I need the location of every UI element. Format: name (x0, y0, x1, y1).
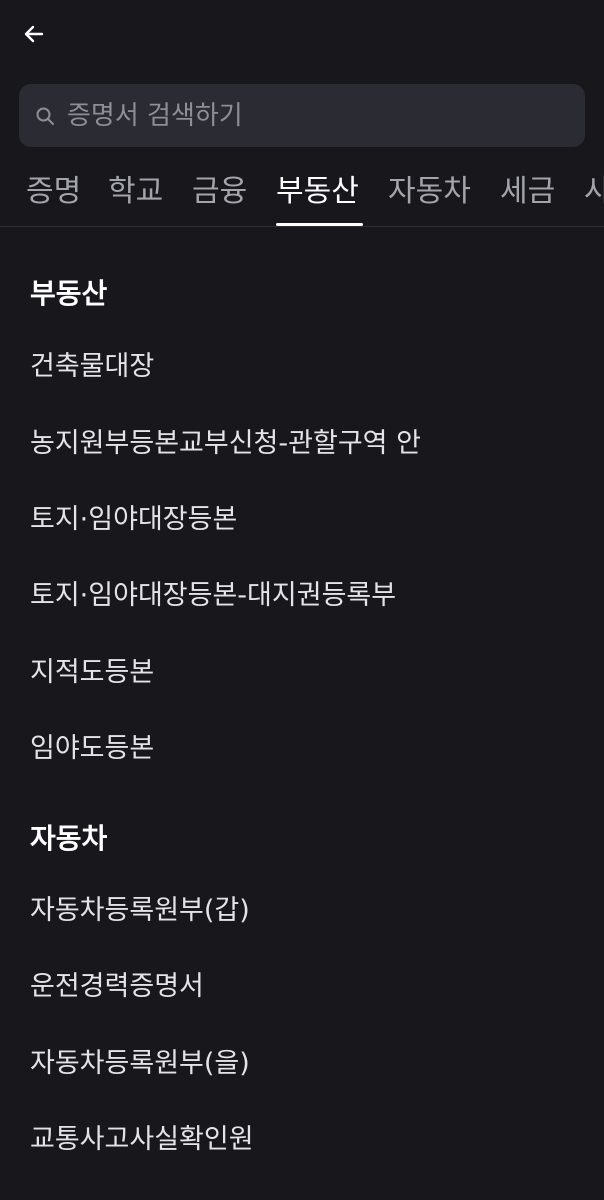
list-item[interactable]: 지적도등본 (30, 650, 590, 689)
section-title-real-estate: 부동산 (30, 277, 108, 310)
section-title-vehicle: 자동차 (30, 822, 108, 855)
tab-more[interactable]: 사 (584, 172, 604, 226)
list-item[interactable]: 자동차등록원부(갑) (30, 888, 590, 927)
tab-tax[interactable]: 세금 (500, 172, 555, 226)
category-tabs: 증명 학교 금융 부동산 자동차 세금 사 (0, 160, 604, 227)
search-bar[interactable] (19, 84, 585, 147)
list-item[interactable]: 교통사고사실확인원 (30, 1117, 590, 1156)
list-item[interactable]: 토지·임야대장등본-대지권등록부 (30, 573, 590, 612)
list-item[interactable]: 운전경력증명서 (30, 964, 590, 1003)
list-item[interactable]: 건축물대장 (30, 344, 590, 383)
list-item[interactable]: 자동차등록원부(을) (30, 1041, 590, 1080)
list-item[interactable]: 임야도등본 (30, 726, 590, 765)
tab-certificate[interactable]: 증명 (26, 172, 81, 226)
search-icon (35, 106, 55, 126)
top-bar (0, 0, 604, 66)
list-item[interactable]: 토지·임야대장등본 (30, 497, 590, 536)
list-item[interactable]: 농지원부등본교부신청-관할구역 안 (30, 421, 590, 460)
search-input[interactable] (67, 84, 585, 147)
tab-real-estate[interactable]: 부동산 (276, 172, 363, 226)
tab-finance[interactable]: 금융 (192, 172, 247, 226)
back-button[interactable] (14, 14, 54, 54)
tab-school[interactable]: 학교 (108, 172, 163, 226)
arrow-left-icon (24, 25, 44, 43)
tab-vehicle[interactable]: 자동차 (388, 172, 471, 226)
app-screen: 증명 학교 금융 부동산 자동차 세금 사 부동산 건축물대장 농지원부등본교부… (0, 0, 604, 1200)
